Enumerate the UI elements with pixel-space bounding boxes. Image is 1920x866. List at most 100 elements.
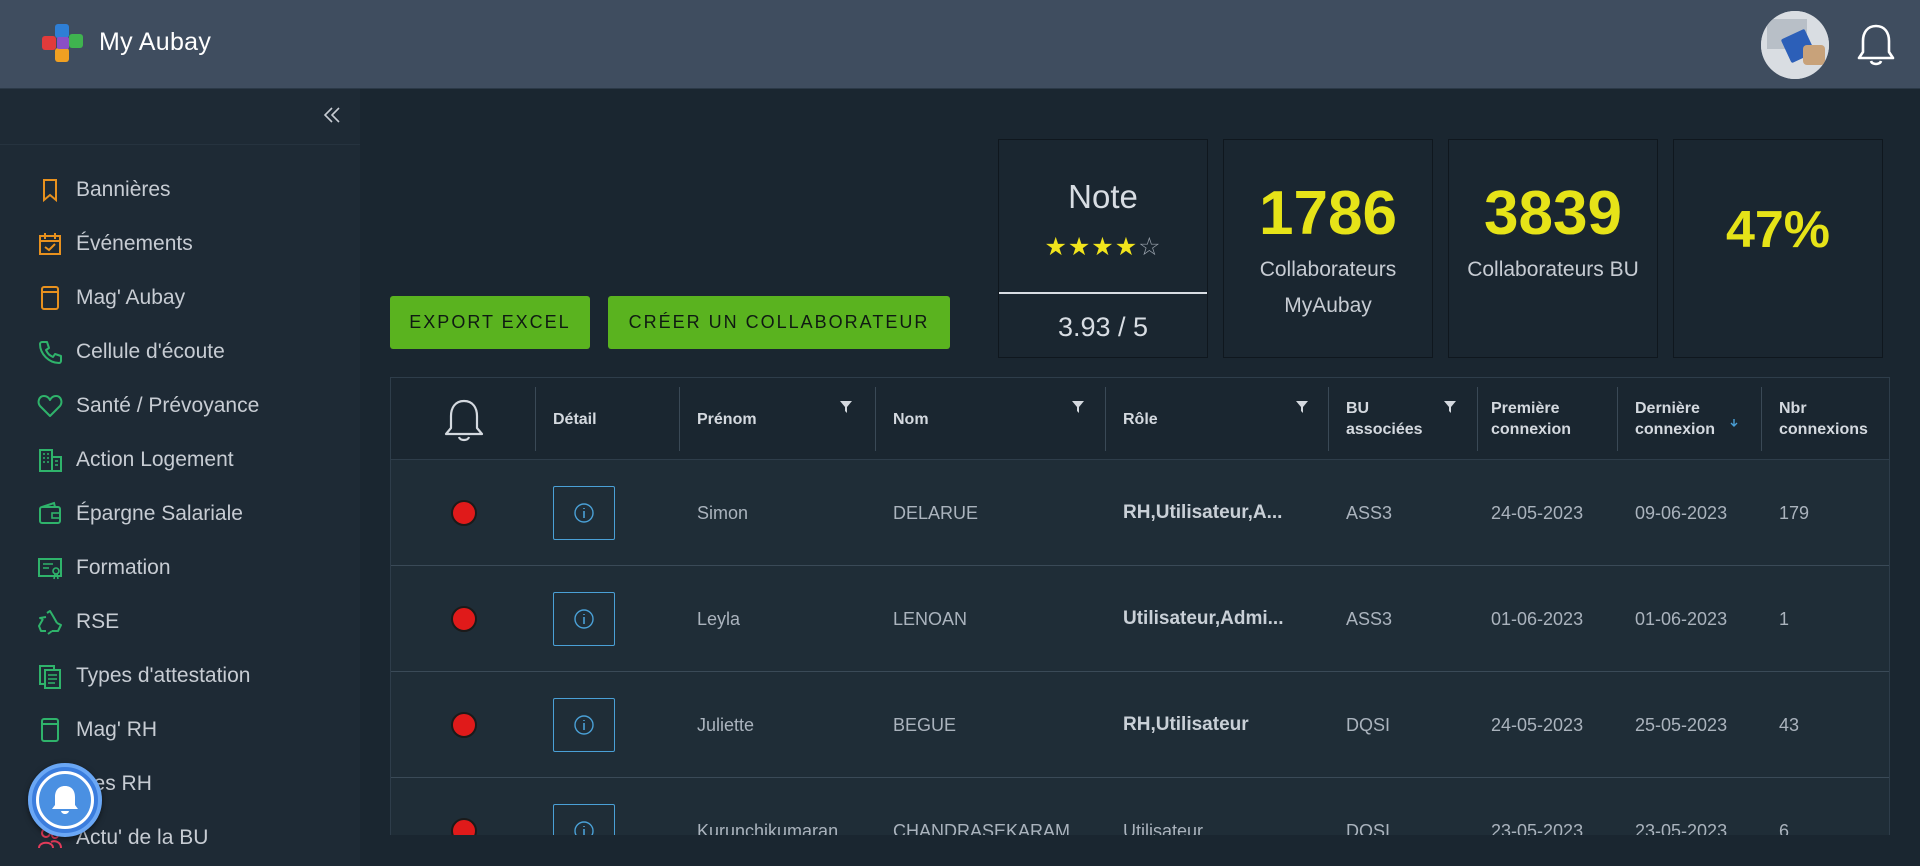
column-divider <box>1617 387 1618 451</box>
header-line: Dernière <box>1635 400 1700 417</box>
calendar-check-icon <box>39 233 61 255</box>
column-header-nom[interactable]: Nom <box>893 378 929 460</box>
percent-card: 47% <box>1673 139 1883 358</box>
filled-stars: ★★★★ <box>1044 233 1139 261</box>
sidebar-item-types-attestation[interactable]: Types d'attestation <box>0 649 360 703</box>
documents-icon <box>39 665 61 689</box>
export-excel-button[interactable]: EXPORT EXCEL <box>390 296 590 349</box>
status-dot <box>451 712 477 738</box>
bookmark-icon <box>43 179 57 203</box>
user-avatar[interactable] <box>1761 11 1829 79</box>
notification-fab-button[interactable] <box>28 763 102 837</box>
column-header-derniere-connexion[interactable]: Dernière connexion <box>1635 378 1715 460</box>
collaborateurs-myaubay-card: 1786 Collaborateurs MyAubay <box>1223 139 1433 358</box>
header-line: connexion <box>1491 421 1572 438</box>
detail-info-button[interactable] <box>553 486 615 540</box>
info-icon <box>574 715 594 735</box>
column-header-bu[interactable]: BU associées <box>1346 378 1423 460</box>
cell-nom: LENOAN <box>893 608 968 629</box>
cell-nbr-connexions: 179 <box>1779 502 1810 523</box>
sidebar-item-mag-rh[interactable]: Mag' RH <box>0 703 360 757</box>
heart-icon <box>37 395 63 417</box>
cell-nbr-connexions: 43 <box>1779 714 1800 735</box>
status-dot <box>451 606 477 632</box>
notification-column-bell-icon[interactable] <box>441 397 487 443</box>
detail-info-button[interactable] <box>553 698 615 752</box>
column-header-nbr-connexions[interactable]: Nbr connexions <box>1779 378 1868 460</box>
column-header-role[interactable]: Rôle <box>1123 378 1158 460</box>
collaborators-table: Détail Prénom Nom Rôle BU associées Prem… <box>390 377 1890 866</box>
card-label: MyAubay <box>1284 294 1372 317</box>
sidebar-item-mag-aubay[interactable]: Mag' Aubay <box>0 271 360 325</box>
cell-premiere-connexion: 01-06-2023 <box>1491 608 1584 629</box>
sidebar-nav: Bannières Événements Mag' Aubay Cellule … <box>0 163 360 865</box>
sort-down-icon[interactable] <box>1729 418 1739 428</box>
sidebar-item-evenements[interactable]: Événements <box>0 217 360 271</box>
header-line: associées <box>1346 421 1423 438</box>
header-line: Première <box>1491 400 1560 417</box>
collapse-sidebar-icon[interactable] <box>320 103 344 127</box>
sidebar-item-label: Action Logement <box>76 448 234 471</box>
collaborateurs-myaubay-count: 1786 <box>1259 179 1397 248</box>
cell-nbr-connexions: 1 <box>1779 608 1790 629</box>
note-title: Note <box>1068 178 1138 215</box>
cell-prenom: Leyla <box>697 608 741 629</box>
column-divider <box>875 387 876 451</box>
table-header: Détail Prénom Nom Rôle BU associées Prem… <box>391 378 1889 460</box>
wallet-icon <box>39 501 61 524</box>
detail-info-button[interactable] <box>553 592 615 646</box>
collaborateurs-bu-card: 3839 Collaborateurs BU <box>1448 139 1658 358</box>
sidebar-item-label: Formation <box>76 556 171 579</box>
cell-role: RH,Utilisateur,A... <box>1123 502 1283 523</box>
sidebar-item-label: Épargne Salariale <box>76 502 243 525</box>
aubay-logo-icon[interactable] <box>38 20 88 70</box>
sidebar-item-label: Mag' RH <box>76 718 158 741</box>
notifications-bell-icon[interactable] <box>1855 22 1897 68</box>
sidebar-item-label: Actu' de la BU <box>76 826 209 849</box>
filter-icon[interactable] <box>839 400 853 414</box>
sidebar-item-rse[interactable]: RSE <box>0 595 360 649</box>
sidebar-item-label: Santé / Prévoyance <box>76 394 260 417</box>
card-label: Collaborateurs BU <box>1467 258 1639 281</box>
column-header-premiere-connexion[interactable]: Première connexion <box>1491 378 1571 460</box>
sidebar-item-formation[interactable]: Formation <box>0 541 360 595</box>
sidebar-item-sante-prevoyance[interactable]: Santé / Prévoyance <box>0 379 360 433</box>
table-row[interactable]: Juliette BEGUE RH,Utilisateur DQSI 24-05… <box>391 672 1889 778</box>
header-line: connexions <box>1779 421 1868 438</box>
header-line: BU <box>1346 400 1370 417</box>
fab-inner <box>36 771 94 829</box>
sidebar-item-label: Cellule d'écoute <box>76 340 225 363</box>
header-line: Nbr <box>1779 400 1807 417</box>
cell-premiere-connexion: 24-05-2023 <box>1491 502 1584 523</box>
column-header-prenom[interactable]: Prénom <box>697 378 757 460</box>
sidebar-item-epargne-salariale[interactable]: Épargne Salariale <box>0 487 360 541</box>
column-divider <box>535 387 536 451</box>
create-collaborator-button[interactable]: CRÉER UN COLLABORATEUR <box>608 296 950 349</box>
info-icon <box>574 609 594 629</box>
filter-icon[interactable] <box>1295 400 1309 414</box>
rating-stars: ★★★★☆ <box>999 232 1207 262</box>
note-value: 3.93 / 5 <box>1057 312 1149 342</box>
info-icon <box>574 503 594 523</box>
building-icon <box>39 449 62 472</box>
table-row[interactable]: Simon DELARUE RH,Utilisateur,A... ASS3 2… <box>391 460 1889 566</box>
table-row[interactable]: Leyla LENOAN Utilisateur,Admi... ASS3 01… <box>391 566 1889 672</box>
book-icon <box>41 286 59 310</box>
note-card: Note ★★★★☆ 3.93 / 5 <box>998 139 1208 358</box>
sidebar-item-action-logement[interactable]: Action Logement <box>0 433 360 487</box>
recycle-icon <box>38 610 62 635</box>
filter-icon[interactable] <box>1443 400 1457 414</box>
sidebar-item-cellule-ecoute[interactable]: Cellule d'écoute <box>0 325 360 379</box>
top-bar: My Aubay <box>0 0 1920 89</box>
sidebar-item-bannieres[interactable]: Bannières <box>0 163 360 217</box>
note-divider <box>999 292 1207 294</box>
cell-prenom: Simon <box>697 502 749 523</box>
phone-icon <box>39 341 62 364</box>
bell-icon <box>52 786 78 814</box>
cell-prenom: Juliette <box>697 714 755 735</box>
app-title[interactable]: My Aubay <box>99 28 211 57</box>
filter-icon[interactable] <box>1071 400 1085 414</box>
card-label: Collaborateurs <box>1259 258 1397 281</box>
status-dot <box>451 500 477 526</box>
sidebar-item-label: Mag' Aubay <box>76 286 186 309</box>
